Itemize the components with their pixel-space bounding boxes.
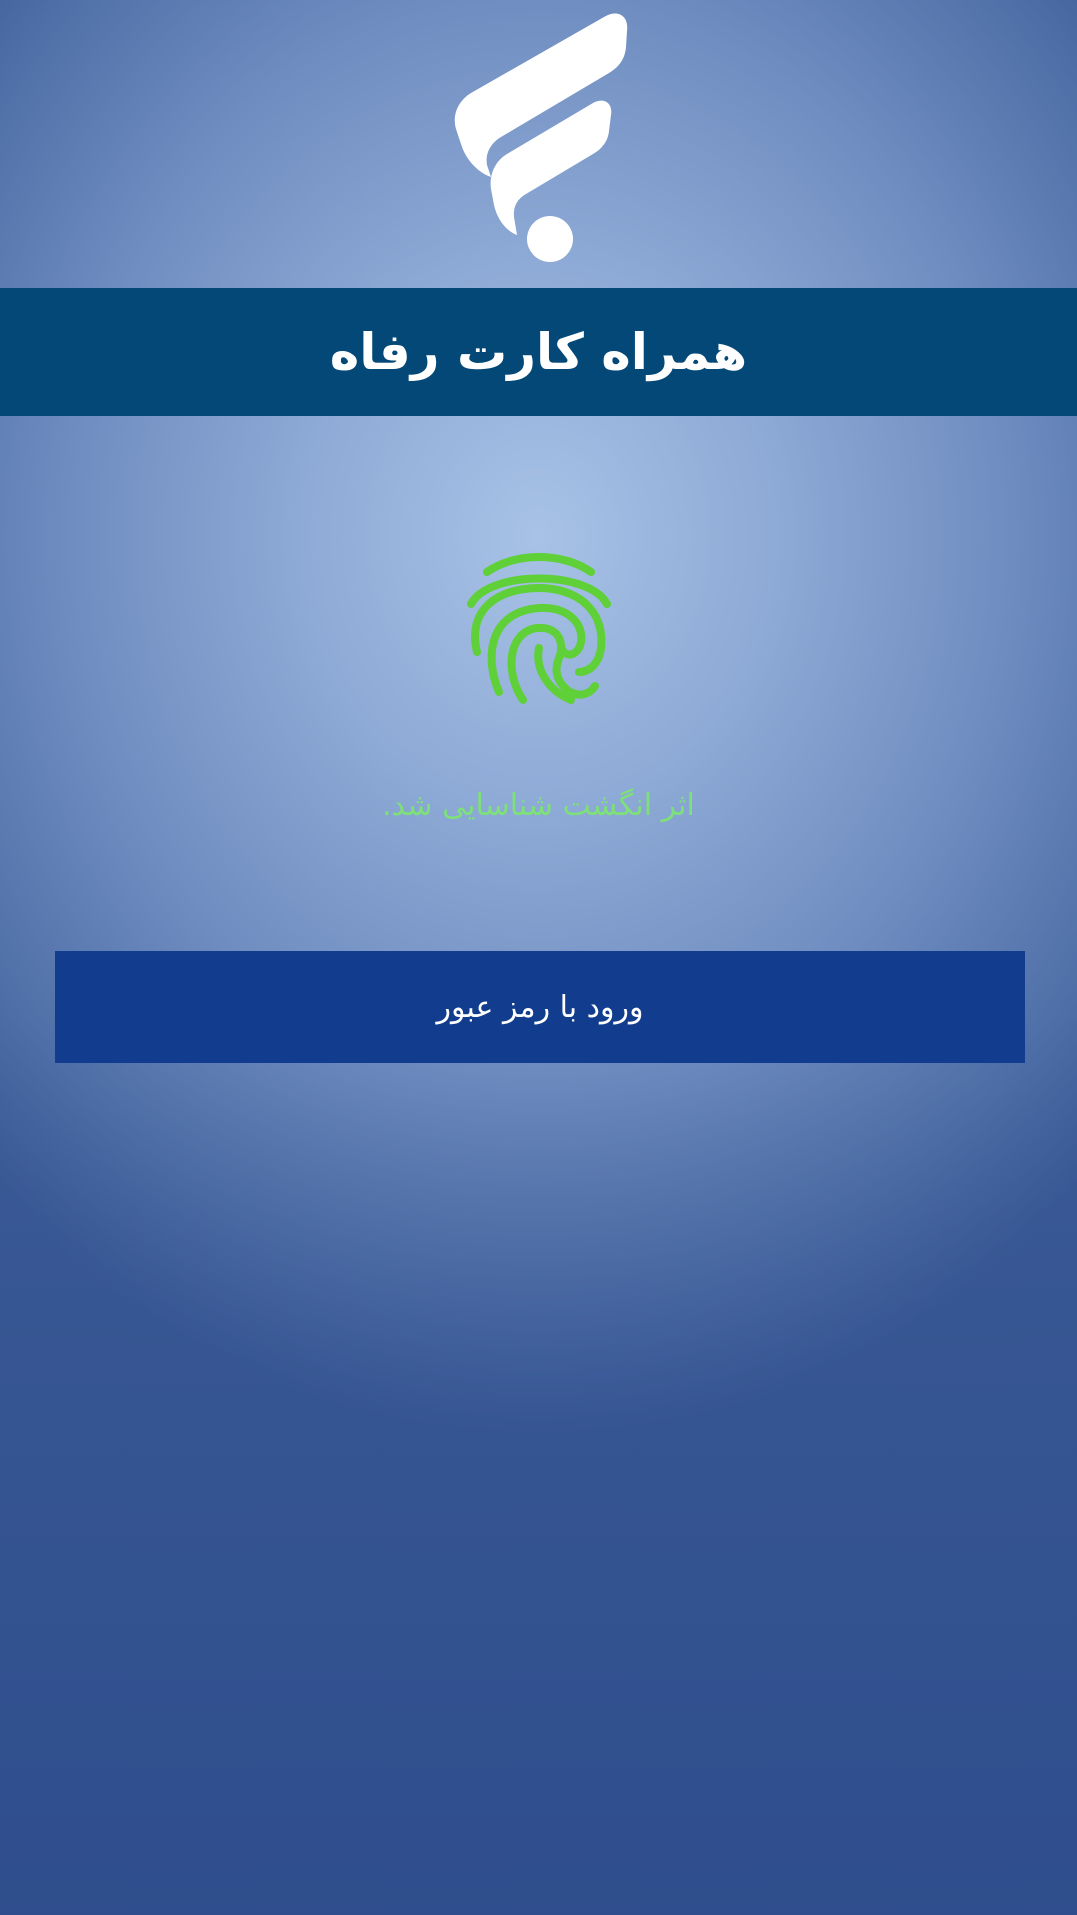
password-login-button[interactable]: ورود با رمز عبور	[55, 951, 1025, 1063]
password-login-label: ورود با رمز عبور	[436, 989, 644, 1025]
fingerprint-icon	[467, 553, 611, 704]
background-shade	[0, 1015, 1077, 1915]
title-banner: همراه کارت رفاه	[0, 288, 1077, 416]
app-title: همراه کارت رفاه	[329, 323, 748, 381]
refah-logo-icon	[454, 13, 628, 262]
fingerprint-status-message: اثر انگشت شناسایی شد.	[382, 788, 695, 823]
